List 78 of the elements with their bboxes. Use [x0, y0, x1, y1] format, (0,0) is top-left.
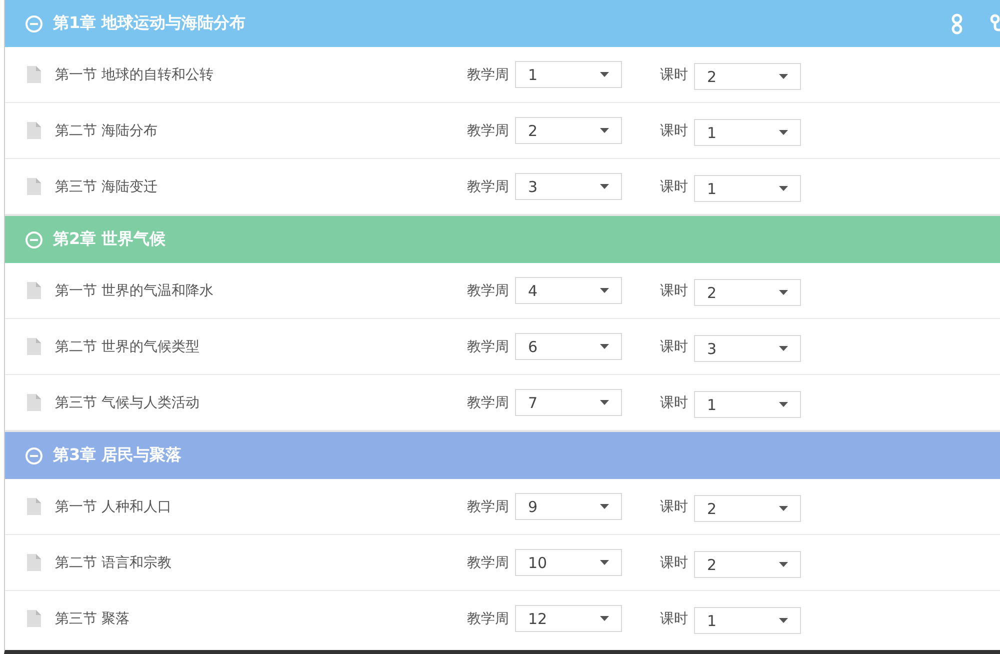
document-icon [27, 610, 41, 627]
hours-label: 课时 [660, 66, 688, 84]
caret-icon [600, 616, 609, 621]
week-label: 教学周 [467, 122, 509, 140]
caret-icon [600, 184, 609, 189]
dropdown[interactable]: 2 [694, 279, 801, 306]
section-title: 第一节 人种和人口 [55, 498, 172, 516]
week-label: 教学周 [467, 66, 509, 84]
collapse-icon[interactable] [25, 446, 43, 464]
caret-icon [779, 402, 788, 407]
hours-label: 课时 [660, 338, 688, 356]
dropdown[interactable]: 2 [694, 495, 801, 522]
caret-icon [779, 130, 788, 135]
dropdown[interactable]: 2 [694, 551, 801, 578]
dropdown[interactable]: 2 [515, 117, 622, 144]
section-title: 第三节 气候与人类活动 [55, 394, 200, 412]
caret-icon [779, 186, 788, 191]
dropdown[interactable]: 1 [694, 175, 801, 202]
caret-icon [600, 344, 609, 349]
document-icon [27, 282, 41, 299]
week-label: 教学周 [467, 394, 509, 412]
caret-icon [600, 504, 609, 509]
caret-icon [779, 74, 788, 79]
week-label: 教学周 [467, 554, 509, 572]
caret-icon [779, 562, 788, 567]
hours-label: 课时 [660, 394, 688, 412]
hours-label: 课时 [660, 282, 688, 300]
document-icon [27, 554, 41, 571]
chapter-title: 第3章 居民与聚落 [53, 445, 183, 466]
collapse-icon[interactable] [25, 14, 43, 32]
dropdown[interactable]: 7 [515, 389, 622, 416]
week-label: 教学周 [467, 610, 509, 628]
dropdown[interactable]: 2 [694, 63, 801, 90]
hours-label: 课时 [660, 122, 688, 140]
section-title: 第二节 世界的气候类型 [55, 338, 200, 356]
hours-label: 课时 [660, 498, 688, 516]
dropdown[interactable]: 3 [694, 335, 801, 362]
dropdown[interactable]: 1 [694, 119, 801, 146]
dropdown[interactable]: 10 [515, 549, 622, 576]
caret-icon [600, 400, 609, 405]
dropdown[interactable]: 6 [515, 333, 622, 360]
dropdown[interactable]: 3 [515, 173, 622, 200]
document-icon [27, 178, 41, 195]
dropdown[interactable]: 9 [515, 493, 622, 520]
week-label: 教学周 [467, 498, 509, 516]
section-title: 第一节 世界的气温和降水 [55, 282, 214, 300]
week-label: 教学周 [467, 178, 509, 196]
section-title: 第二节 海陆分布 [55, 122, 158, 140]
dropdown[interactable]: 12 [515, 605, 622, 632]
week-label: 教学周 [467, 282, 509, 300]
caret-icon [779, 506, 788, 511]
dropdown[interactable]: 1 [694, 607, 801, 634]
hours-label: 课时 [660, 610, 688, 628]
section-title: 第三节 海陆变迁 [55, 178, 158, 196]
collapse-icon[interactable] [25, 230, 43, 248]
hours-label: 课时 [660, 554, 688, 572]
chapter-title: 第2章 世界气候 [53, 229, 167, 250]
section-title: 第一节 地球的自转和公转 [55, 66, 214, 84]
caret-icon [600, 128, 609, 133]
week-label: 教学周 [467, 338, 509, 356]
chapter-title: 第1章 地球运动与海陆分布 [53, 13, 247, 34]
caret-icon [600, 72, 609, 77]
section-title: 第三节 聚落 [55, 610, 130, 628]
document-icon [27, 338, 41, 355]
dropdown[interactable]: 1 [515, 61, 622, 88]
document-icon [27, 122, 41, 139]
document-icon [27, 66, 41, 83]
hours-label: 课时 [660, 178, 688, 196]
document-icon [27, 394, 41, 411]
caret-icon [779, 618, 788, 623]
caret-icon [600, 288, 609, 293]
document-icon [27, 498, 41, 515]
section-title: 第二节 语言和宗教 [55, 554, 172, 572]
caret-icon [779, 346, 788, 351]
dropdown[interactable]: 1 [694, 391, 801, 418]
caret-icon [600, 560, 609, 565]
caret-icon [779, 290, 788, 295]
dropdown[interactable]: 4 [515, 277, 622, 304]
